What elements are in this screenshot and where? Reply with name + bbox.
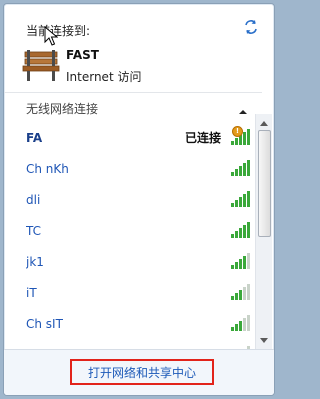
network-item[interactable]: TC (4, 215, 262, 246)
wireless-section-title: 无线网络连接 (26, 102, 99, 116)
network-item[interactable]: jk1 (4, 246, 262, 277)
network-item[interactable]: Ch nKh (4, 153, 262, 184)
network-item[interactable]: dli (4, 184, 262, 215)
network-item[interactable]: iT (4, 277, 262, 308)
open-network-sharing-center-link[interactable]: 打开网络和共享中心 (70, 359, 214, 385)
flyout-footer: 打开网络和共享中心 (4, 349, 274, 395)
network-name: Ch sIT (26, 316, 63, 331)
network-name: dli (26, 192, 41, 207)
wifi-signal-icon (231, 253, 250, 269)
scroll-up-icon[interactable] (256, 116, 272, 130)
network-name: TC (26, 223, 42, 238)
network-name: FA (26, 130, 43, 145)
mouse-cursor-icon (44, 25, 59, 46)
wifi-signal-icon (231, 222, 250, 238)
current-network-name: FAST (66, 48, 99, 62)
scroll-thumb[interactable] (258, 130, 271, 237)
warning-icon: ! (232, 126, 243, 137)
current-connection-title: 当前连接到: (26, 24, 91, 38)
network-name: Ch nKh (26, 161, 69, 176)
wifi-signal-icon (231, 315, 250, 331)
network-item[interactable]: FA 已连接 ! (4, 122, 262, 153)
current-network-status: Internet 访问 (66, 70, 142, 84)
bench-icon (22, 48, 60, 82)
network-name: jk1 (26, 254, 44, 269)
current-connection: FAST Internet 访问 (22, 46, 252, 90)
network-name: iT (26, 285, 37, 300)
scroll-down-icon[interactable] (256, 334, 272, 348)
chevron-up-icon[interactable] (238, 102, 248, 114)
vertical-scrollbar[interactable] (255, 114, 272, 350)
network-flyout: 当前连接到: FAST Internet 访问 无线网络连接 FA 已连接 ! … (3, 3, 275, 396)
network-list: FA 已连接 ! Ch nKh dli TC jk1 iT Ch sIT (4, 122, 262, 370)
wifi-signal-icon (231, 160, 250, 176)
refresh-icon[interactable] (242, 18, 260, 36)
network-item[interactable]: Ch sIT (4, 308, 262, 339)
divider (4, 92, 262, 93)
connection-status: 已连接 (185, 131, 222, 145)
wifi-signal-icon (231, 191, 250, 207)
wifi-signal-icon (231, 284, 250, 300)
